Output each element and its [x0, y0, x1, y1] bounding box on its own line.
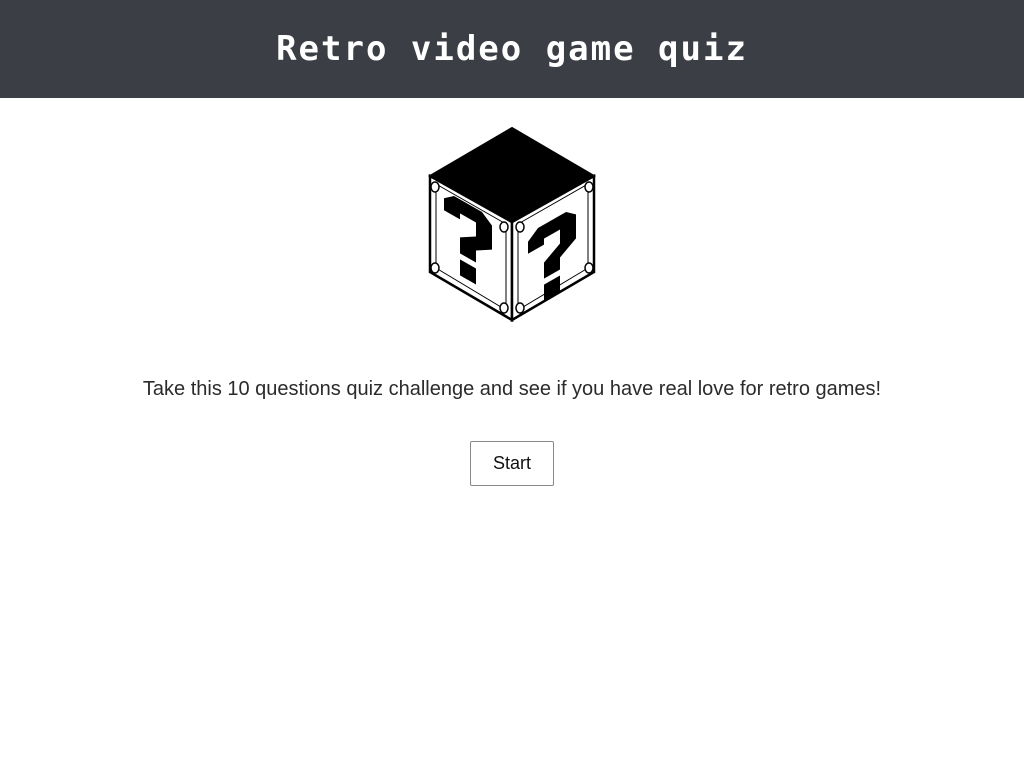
page-header: Retro video game quiz — [0, 0, 1024, 98]
main-content: Take this 10 questions quiz challenge an… — [0, 98, 1024, 486]
intro-text: Take this 10 questions quiz challenge an… — [142, 378, 882, 400]
start-button[interactable]: Start — [470, 441, 554, 486]
question-block-cube-icon — [426, 126, 598, 323]
page-title: Retro video game quiz — [276, 29, 748, 69]
